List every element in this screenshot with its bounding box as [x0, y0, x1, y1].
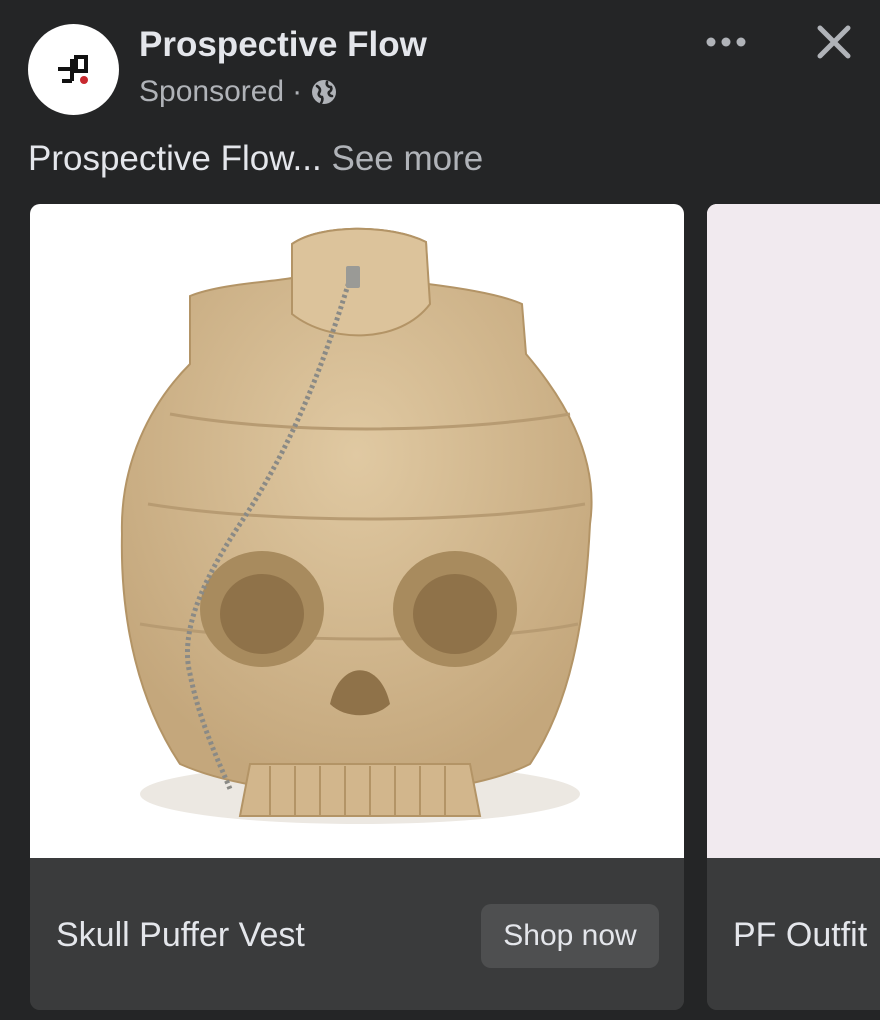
sponsored-post: Prospective Flow Sponsored · Prospective…	[0, 0, 880, 1020]
page-avatar[interactable]	[28, 24, 119, 115]
card-footer: PF Outfit	[707, 858, 880, 1010]
caption-text: Prospective Flow...	[28, 139, 322, 178]
globe-icon[interactable]	[310, 78, 338, 106]
more-options-button[interactable]	[700, 22, 752, 62]
skull-puffer-vest-image	[120, 227, 593, 824]
see-more-link[interactable]: See more	[331, 139, 483, 178]
post-caption: Prospective Flow... See more	[28, 138, 483, 180]
shop-now-button[interactable]: Shop now	[481, 904, 659, 968]
product-title[interactable]: PF Outfit	[733, 914, 867, 956]
carousel-card[interactable]: Skull Puffer Vest Shop now	[30, 204, 684, 1010]
close-button[interactable]	[808, 18, 860, 66]
card-footer: Skull Puffer Vest Shop now	[30, 858, 684, 1010]
product-title[interactable]: Skull Puffer Vest	[56, 914, 305, 956]
pf-outfit-image	[707, 204, 880, 858]
meta-separator: ·	[292, 75, 303, 108]
page-name[interactable]: Prospective Flow	[139, 24, 427, 66]
carousel-card[interactable]: PF Outfit	[707, 204, 880, 1010]
prospective-flow-logo	[57, 54, 88, 84]
close-icon	[817, 25, 851, 59]
more-horizontal-icon	[706, 37, 746, 47]
sponsored-label[interactable]: Sponsored	[139, 72, 284, 112]
product-image[interactable]	[30, 204, 684, 858]
product-carousel[interactable]: Skull Puffer Vest Shop now PF Outfit	[0, 204, 880, 1010]
post-meta: Sponsored ·	[139, 72, 338, 112]
product-image[interactable]	[707, 204, 880, 858]
